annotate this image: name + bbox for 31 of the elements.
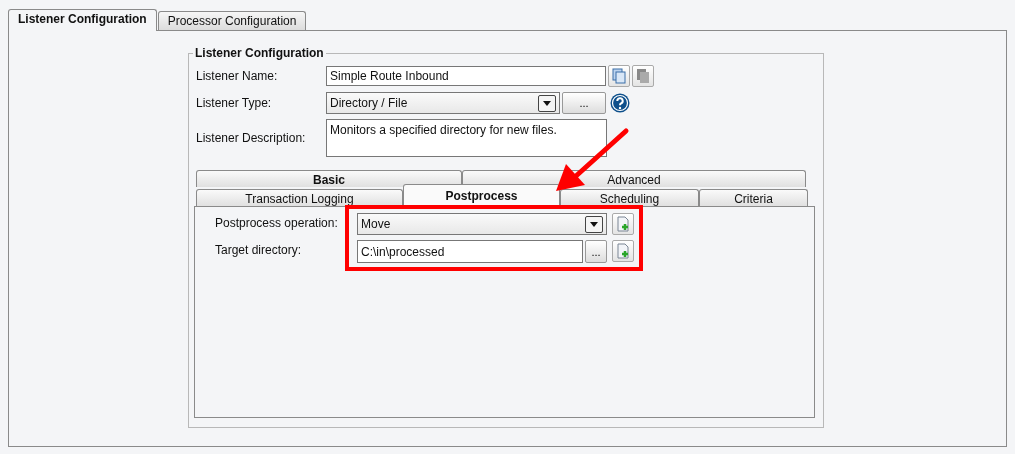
- tab[interactable]: Criteria: [699, 189, 808, 206]
- browse-button[interactable]: ...: [562, 92, 606, 114]
- name-field[interactable]: Simple Route Inbound: [326, 66, 606, 86]
- operation-dropdown[interactable]: Move: [357, 213, 607, 235]
- group-title: Listener Configuration: [194, 46, 325, 60]
- add-button[interactable]: [612, 240, 634, 262]
- copy-icon: [611, 68, 627, 84]
- type-dropdown[interactable]: Directory / File: [326, 92, 560, 114]
- field-label: Listener Name:: [196, 69, 279, 83]
- copy-icon: [635, 68, 651, 84]
- browse-button[interactable]: ...: [585, 240, 607, 263]
- description-field[interactable]: Monitors a specified directory for new files.: [326, 119, 607, 157]
- tab[interactable]: Basic: [196, 170, 462, 187]
- tab[interactable]: Scheduling: [560, 189, 699, 206]
- add-document-icon: [616, 243, 630, 259]
- tab[interactable]: Listener Configuration: [8, 9, 157, 31]
- tab[interactable]: Postprocess: [403, 184, 560, 206]
- field-label: Postprocess operation:: [215, 215, 339, 230]
- add-document-icon: [616, 216, 630, 232]
- caret-icon: [590, 221, 598, 227]
- field-label: Target directory:: [215, 242, 303, 257]
- field-label: Listener Description:: [196, 131, 307, 145]
- target-directory-field[interactable]: C:\in\processed: [357, 240, 583, 263]
- copy-button[interactable]: [632, 65, 654, 87]
- tab[interactable]: Processor Configuration: [157, 11, 307, 30]
- tab[interactable]: Transaction Logging: [196, 189, 403, 206]
- help-icon[interactable]: [610, 93, 630, 113]
- copy-button[interactable]: [608, 65, 630, 87]
- caret-icon: [543, 100, 551, 106]
- field-label: Listener Type:: [196, 96, 273, 110]
- add-button[interactable]: [612, 213, 634, 235]
